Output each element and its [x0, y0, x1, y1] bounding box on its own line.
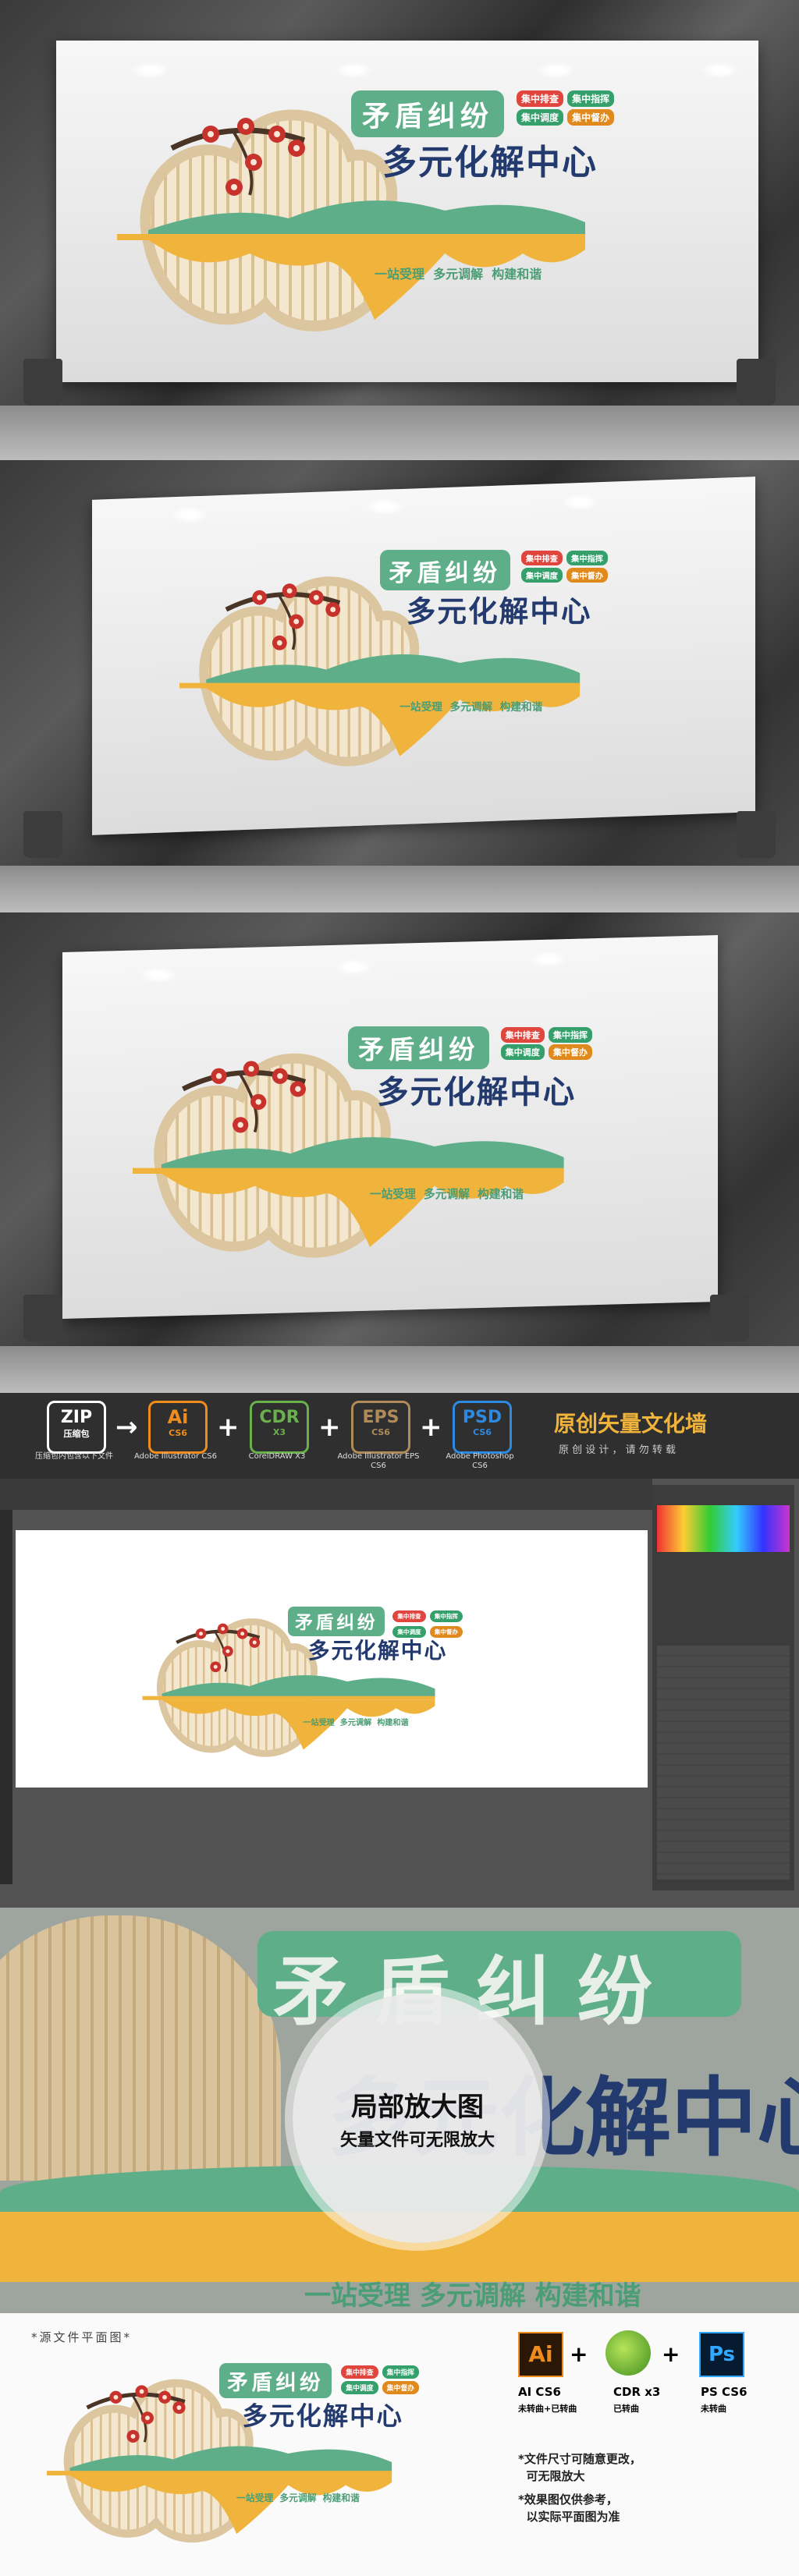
- tag: 集中排查: [500, 1026, 545, 1043]
- eps-badge: EPS CS6: [351, 1401, 410, 1454]
- design-title-sub: 多元化解中心: [377, 1073, 577, 1111]
- tag: 集中督办: [567, 109, 615, 126]
- design-title-sub: 多元化解中心: [382, 143, 598, 182]
- design-slogan: 一站受理 多元调解 构建和谐: [369, 1188, 524, 1201]
- file-ps-icon: Ps: [699, 2332, 744, 2377]
- tag: 集中排查: [392, 1610, 426, 1622]
- design-2: 矛盾纠纷 集中排查 集中指挥 集中调度 集中督办 多元化解中心 一站受理 多元调…: [179, 546, 687, 780]
- plant-left: [0, 257, 86, 406]
- tag: 集中排查: [517, 90, 564, 107]
- zoom-callout: 局部放大图 矢量文件可无限放大: [293, 1993, 542, 2243]
- source-plan-section: *源文件平面图* 矛盾纠纷 集中排查 集中指挥 集中调度 集中督办 多元化解中心…: [0, 2313, 799, 2576]
- file-cdr-icon: [605, 2330, 651, 2376]
- source-heading: *源文件平面图*: [31, 2330, 133, 2344]
- brand-title: 原创矢量文化墙: [554, 1411, 708, 1437]
- tag: 集中督办: [548, 1044, 593, 1061]
- file-ai-desc: 未转曲+已转曲: [518, 2404, 577, 2414]
- tag: 集中调度: [517, 109, 564, 126]
- design-title-main: 矛盾纠纷: [348, 1026, 489, 1069]
- file-ai-icon: Ai: [518, 2332, 563, 2377]
- design-slogan: 一站受理 多元调解 构建和谐: [236, 2493, 360, 2503]
- mockup-scene-2: 矛盾纠纷 集中排查 集中指挥 集中调度 集中督办 多元化解中心 一站受理 多元调…: [0, 460, 799, 912]
- design-3: 矛盾纠纷 集中排查 集中指挥 集中调度 集中督办 多元化解中心 一站受理 多元调…: [133, 1022, 679, 1271]
- design-title-sub: 多元化解中心: [307, 1638, 448, 1664]
- brand-sub: 原 创 设 计 ， 请 勿 转 载: [559, 1444, 676, 1456]
- design-title-main: 矛盾纠纷: [219, 2363, 332, 2399]
- design-slogan: 一站受理 多元调解 构建和谐: [303, 1719, 409, 1727]
- illustrator-editor: 矛盾纠纷 集中排查 集中指挥 集中调度 集中督办 多元化解中心 一站受理 多元调…: [0, 1479, 799, 1908]
- tag: 集中排查: [520, 551, 563, 566]
- mockup-scene-3: 矛盾纠纷 集中排查 集中指挥 集中调度 集中督办 多元化解中心 一站受理 多元调…: [0, 912, 799, 1393]
- zoom-callout-title: 局部放大图: [351, 2092, 484, 2123]
- tag: 集中调度: [341, 2381, 378, 2395]
- design-4: 矛盾纠纷 集中排查 集中指挥 集中调度 集中督办 多元化解中心 一站受理 多元调…: [140, 1603, 515, 1759]
- zoom-slogan: 一站受理 多元调解 构建和谐: [304, 2280, 641, 2312]
- tag: 集中指挥: [567, 90, 615, 107]
- tag: 集中指挥: [566, 551, 609, 566]
- design-title-sub: 多元化解中心: [406, 594, 592, 629]
- file-ps-desc: 未转曲: [701, 2404, 726, 2414]
- tag: 集中督办: [566, 567, 609, 583]
- file-cdr-name: CDR x3: [613, 2385, 661, 2399]
- design-title-main: 矛盾纠纷: [288, 1606, 385, 1636]
- tag: 集中指挥: [429, 1610, 463, 1622]
- design-slogan: 一站受理 多元调解 构建和谐: [375, 267, 542, 282]
- tag: 集中指挥: [548, 1026, 593, 1043]
- tag: 集中排查: [341, 2365, 378, 2379]
- design-5: 矛盾纠纷 集中排查 集中指挥 集中调度 集中督办 多元化解中心 一站受理 多元调…: [47, 2360, 484, 2547]
- design-title-main: 矛盾纠纷: [379, 550, 511, 590]
- tag: 集中调度: [500, 1044, 545, 1061]
- design-title-sub: 多元化解中心: [242, 2401, 403, 2431]
- psd-badge: PSD CS6: [453, 1401, 512, 1454]
- plant-right: [713, 257, 799, 406]
- design-slogan: 一站受理 多元调解 构建和谐: [400, 701, 543, 714]
- design-1: 矛盾纠纷 集中排查 集中指挥 集中调度 集中督办 多元化解中心 一站受理 多元调…: [117, 86, 710, 335]
- cdr-badge: CDR X3: [250, 1401, 309, 1454]
- file-format-strip: ZIP 压缩包 压缩包内包含以下文件 → Ai CS6 Adobe Illust…: [0, 1393, 799, 1479]
- layers-panel: [652, 1485, 794, 1890]
- zoom-detail: 矛盾纠纷 多元化解中心 一站受理 多元调解 构建和谐 局部放大图 矢量文件可无限…: [0, 1908, 799, 2313]
- ai-badge: Ai CS6: [148, 1401, 208, 1454]
- zoom-callout-sub: 矢量文件可无限放大: [339, 2131, 495, 2150]
- zip-badge: ZIP 压缩包: [47, 1401, 106, 1454]
- file-ps-name: PS CS6: [701, 2385, 748, 2399]
- tag: 集中指挥: [382, 2365, 419, 2379]
- notes: *文件尺寸可随意更改， 可无限放大 *效果图仅供参考， 以实际平面图为准: [518, 2452, 641, 2524]
- file-cdr-desc: 已转曲: [613, 2404, 639, 2414]
- mockup-scene-1: 矛盾纠纷 集中排查 集中指挥 集中调度 集中督办 多元化解中心 一站受理 多元调…: [0, 0, 799, 460]
- design-title-main: 矛盾纠纷: [351, 90, 505, 137]
- file-ai-name: AI CS6: [518, 2385, 561, 2399]
- tag: 集中督办: [382, 2381, 419, 2395]
- tag: 集中调度: [520, 567, 563, 583]
